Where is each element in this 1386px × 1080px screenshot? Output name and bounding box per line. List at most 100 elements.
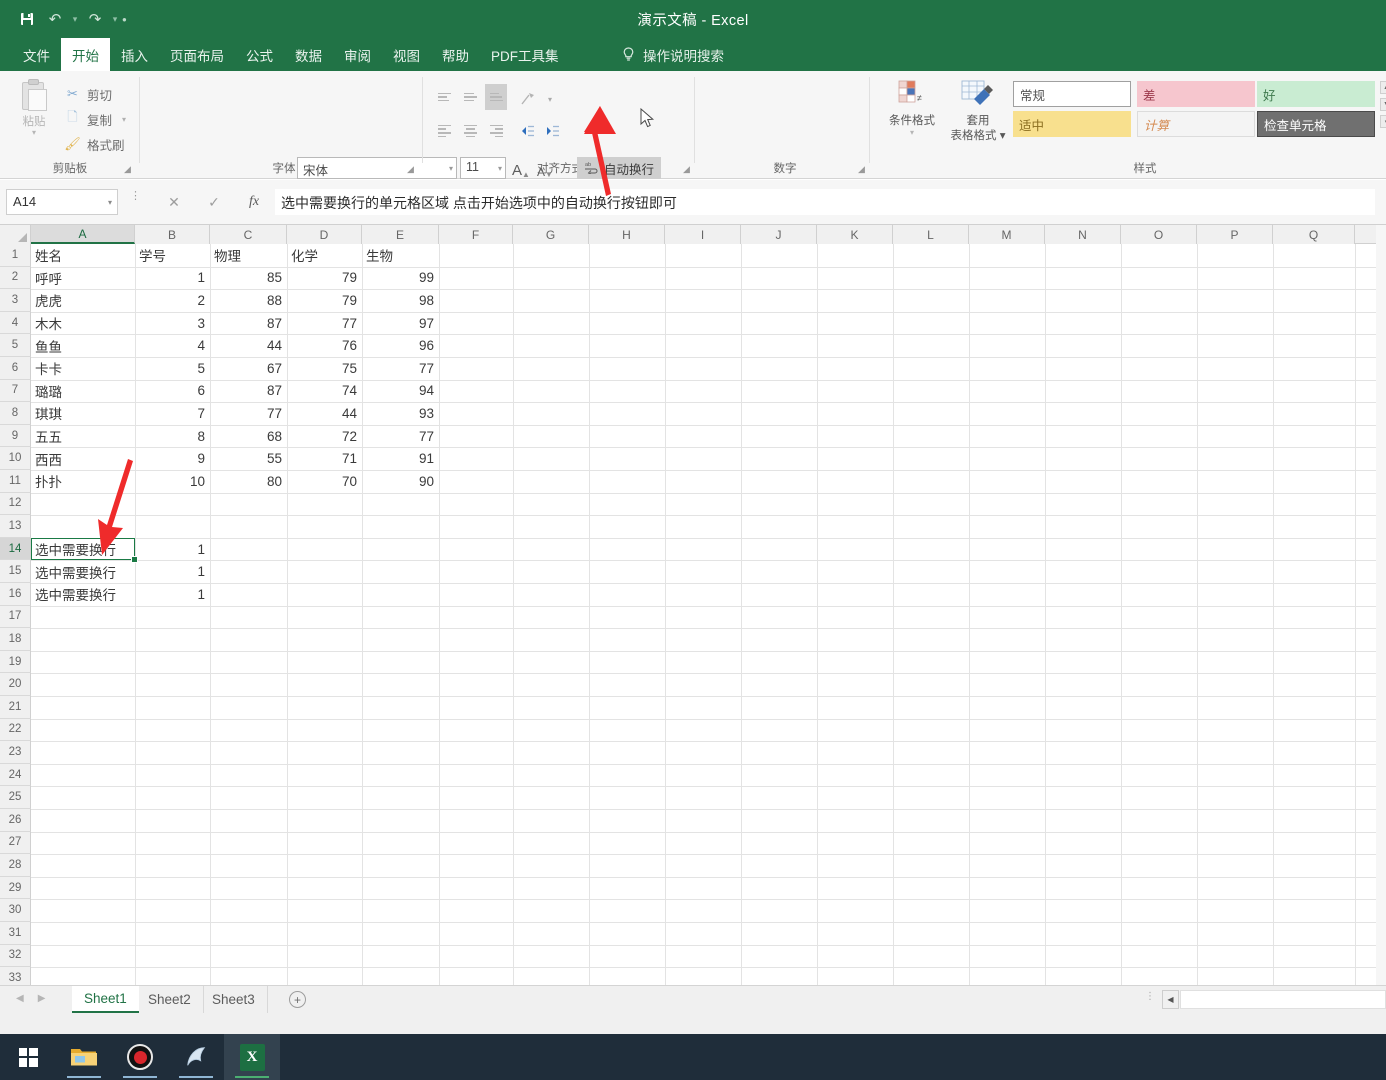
- column-header-L[interactable]: L: [893, 225, 969, 244]
- cell-E7[interactable]: 94: [362, 380, 438, 403]
- row-header-17[interactable]: 17: [0, 605, 31, 629]
- cell-A4[interactable]: 木木: [31, 312, 134, 335]
- cell-B15[interactable]: 1: [135, 560, 209, 583]
- cell-D5[interactable]: 76: [287, 334, 361, 357]
- cell-B9[interactable]: 8: [135, 425, 209, 448]
- cell-B7[interactable]: 6: [135, 380, 209, 403]
- column-header-G[interactable]: G: [513, 225, 589, 244]
- cell-E6[interactable]: 77: [362, 357, 438, 380]
- cell-D11[interactable]: 70: [287, 470, 361, 493]
- cell-D7[interactable]: 74: [287, 380, 361, 403]
- row-header-9[interactable]: 9: [0, 424, 31, 448]
- name-box-dropdown-icon[interactable]: ▾: [108, 198, 112, 207]
- cell-D4[interactable]: 77: [287, 312, 361, 335]
- row-header-6[interactable]: 6: [0, 357, 31, 380]
- paste-dropdown-icon[interactable]: ▾: [32, 129, 36, 137]
- cell-A11[interactable]: 扑扑: [31, 470, 134, 493]
- cell-B4[interactable]: 3: [135, 312, 209, 335]
- cell-D2[interactable]: 79: [287, 267, 361, 290]
- column-header-E[interactable]: E: [362, 225, 439, 244]
- cell-A8[interactable]: 琪琪: [31, 402, 134, 425]
- copy-dropdown-icon[interactable]: ▾: [122, 115, 126, 124]
- hscroll-left-button[interactable]: ◀: [1162, 990, 1179, 1009]
- ribbon-tab-8[interactable]: 帮助: [431, 38, 480, 71]
- cell-style-good[interactable]: 好: [1257, 81, 1375, 107]
- column-header-A[interactable]: A: [31, 225, 135, 244]
- cell-D9[interactable]: 72: [287, 425, 361, 448]
- file-explorer-icon[interactable]: [56, 1034, 112, 1080]
- column-header-J[interactable]: J: [741, 225, 817, 244]
- column-header-Q[interactable]: Q: [1273, 225, 1355, 244]
- cell-A10[interactable]: 西西: [31, 447, 134, 470]
- row-header-3[interactable]: 3: [0, 289, 31, 312]
- ribbon-tab-6[interactable]: 审阅: [333, 38, 382, 71]
- row-header-21[interactable]: 21: [0, 696, 31, 719]
- format-as-table-button[interactable]: 套用 表格格式 ▾: [947, 79, 1009, 157]
- cell-E4[interactable]: 97: [362, 312, 438, 335]
- formula-input[interactable]: 选中需要换行的单元格区域 点击开始选项中的自动换行按钮即可: [275, 189, 1375, 215]
- confirm-edit-icon[interactable]: ✓: [200, 189, 228, 215]
- cell-C2[interactable]: 85: [210, 267, 286, 290]
- cell-A1[interactable]: 姓名: [31, 244, 134, 267]
- row-header-12[interactable]: 12: [0, 492, 31, 516]
- ribbon-tab-0[interactable]: 文件: [12, 38, 61, 71]
- cell-B14[interactable]: 1: [135, 538, 209, 561]
- copy-button[interactable]: 🗋 复制 ▾: [64, 108, 126, 130]
- row-header-13[interactable]: 13: [0, 515, 31, 538]
- screen-recorder-icon[interactable]: [112, 1034, 168, 1080]
- select-all-corner[interactable]: [0, 225, 31, 244]
- cell-B5[interactable]: 4: [135, 334, 209, 357]
- cell-style-calculation[interactable]: 计算: [1137, 111, 1255, 137]
- column-header-D[interactable]: D: [287, 225, 362, 244]
- cell-A5[interactable]: 鱼鱼: [31, 334, 134, 357]
- increase-indent-button[interactable]: [540, 121, 562, 141]
- cell-style-bad[interactable]: 差: [1137, 81, 1255, 107]
- align-top-button[interactable]: [433, 87, 455, 107]
- column-header-I[interactable]: I: [665, 225, 741, 244]
- cell-B11[interactable]: 10: [135, 470, 209, 493]
- conditional-formatting-dropdown-icon[interactable]: ▾: [910, 129, 914, 137]
- row-header-24[interactable]: 24: [0, 763, 31, 787]
- cell-B2[interactable]: 1: [135, 267, 209, 290]
- orientation-dropdown-icon[interactable]: ▾: [539, 87, 561, 111]
- cell-C6[interactable]: 67: [210, 357, 286, 380]
- alignment-dialog-launcher-icon[interactable]: ◢: [683, 164, 690, 175]
- align-bottom-button[interactable]: [485, 84, 507, 110]
- styles-scroll-up-icon[interactable]: ▲: [1380, 81, 1386, 94]
- start-button[interactable]: [0, 1034, 56, 1080]
- cell-C8[interactable]: 77: [210, 402, 286, 425]
- tell-me-search[interactable]: 操作说明搜索: [622, 38, 724, 71]
- column-header-O[interactable]: O: [1121, 225, 1197, 244]
- row-header-33[interactable]: 33: [0, 967, 31, 985]
- orientation-button[interactable]: [517, 87, 539, 111]
- cell-C10[interactable]: 55: [210, 447, 286, 470]
- cell-E11[interactable]: 90: [362, 470, 438, 493]
- cell-B8[interactable]: 7: [135, 402, 209, 425]
- cell-C7[interactable]: 87: [210, 380, 286, 403]
- cut-button[interactable]: ✂ 剪切: [64, 83, 112, 105]
- cell-C3[interactable]: 88: [210, 289, 286, 312]
- cell-E3[interactable]: 98: [362, 289, 438, 312]
- row-header-26[interactable]: 26: [0, 809, 31, 832]
- cell-D8[interactable]: 44: [287, 402, 361, 425]
- cell-E9[interactable]: 77: [362, 425, 438, 448]
- row-header-14[interactable]: 14: [0, 537, 31, 561]
- row-header-10[interactable]: 10: [0, 447, 31, 470]
- cell-E1[interactable]: 生物: [362, 244, 438, 267]
- row-header-20[interactable]: 20: [0, 673, 31, 696]
- align-middle-button[interactable]: [459, 87, 481, 107]
- align-right-button[interactable]: [485, 121, 507, 141]
- cell-C4[interactable]: 87: [210, 312, 286, 335]
- format-painter-button[interactable]: 🖌 格式刷: [64, 133, 124, 155]
- cell-E2[interactable]: 99: [362, 267, 438, 290]
- cell-D1[interactable]: 化学: [287, 244, 361, 267]
- name-box[interactable]: A14 ▾: [6, 189, 118, 215]
- align-left-button[interactable]: [433, 121, 455, 141]
- cell-A7[interactable]: 璐璐: [31, 380, 134, 403]
- sheet-tab-sheet2[interactable]: Sheet2: [136, 986, 204, 1013]
- row-header-18[interactable]: 18: [0, 628, 31, 651]
- cell-B6[interactable]: 5: [135, 357, 209, 380]
- insert-function-icon[interactable]: fx: [240, 189, 268, 215]
- paste-button[interactable]: 粘贴 ▾: [10, 79, 58, 155]
- sheet-prev-icon[interactable]: ◀: [16, 993, 24, 1004]
